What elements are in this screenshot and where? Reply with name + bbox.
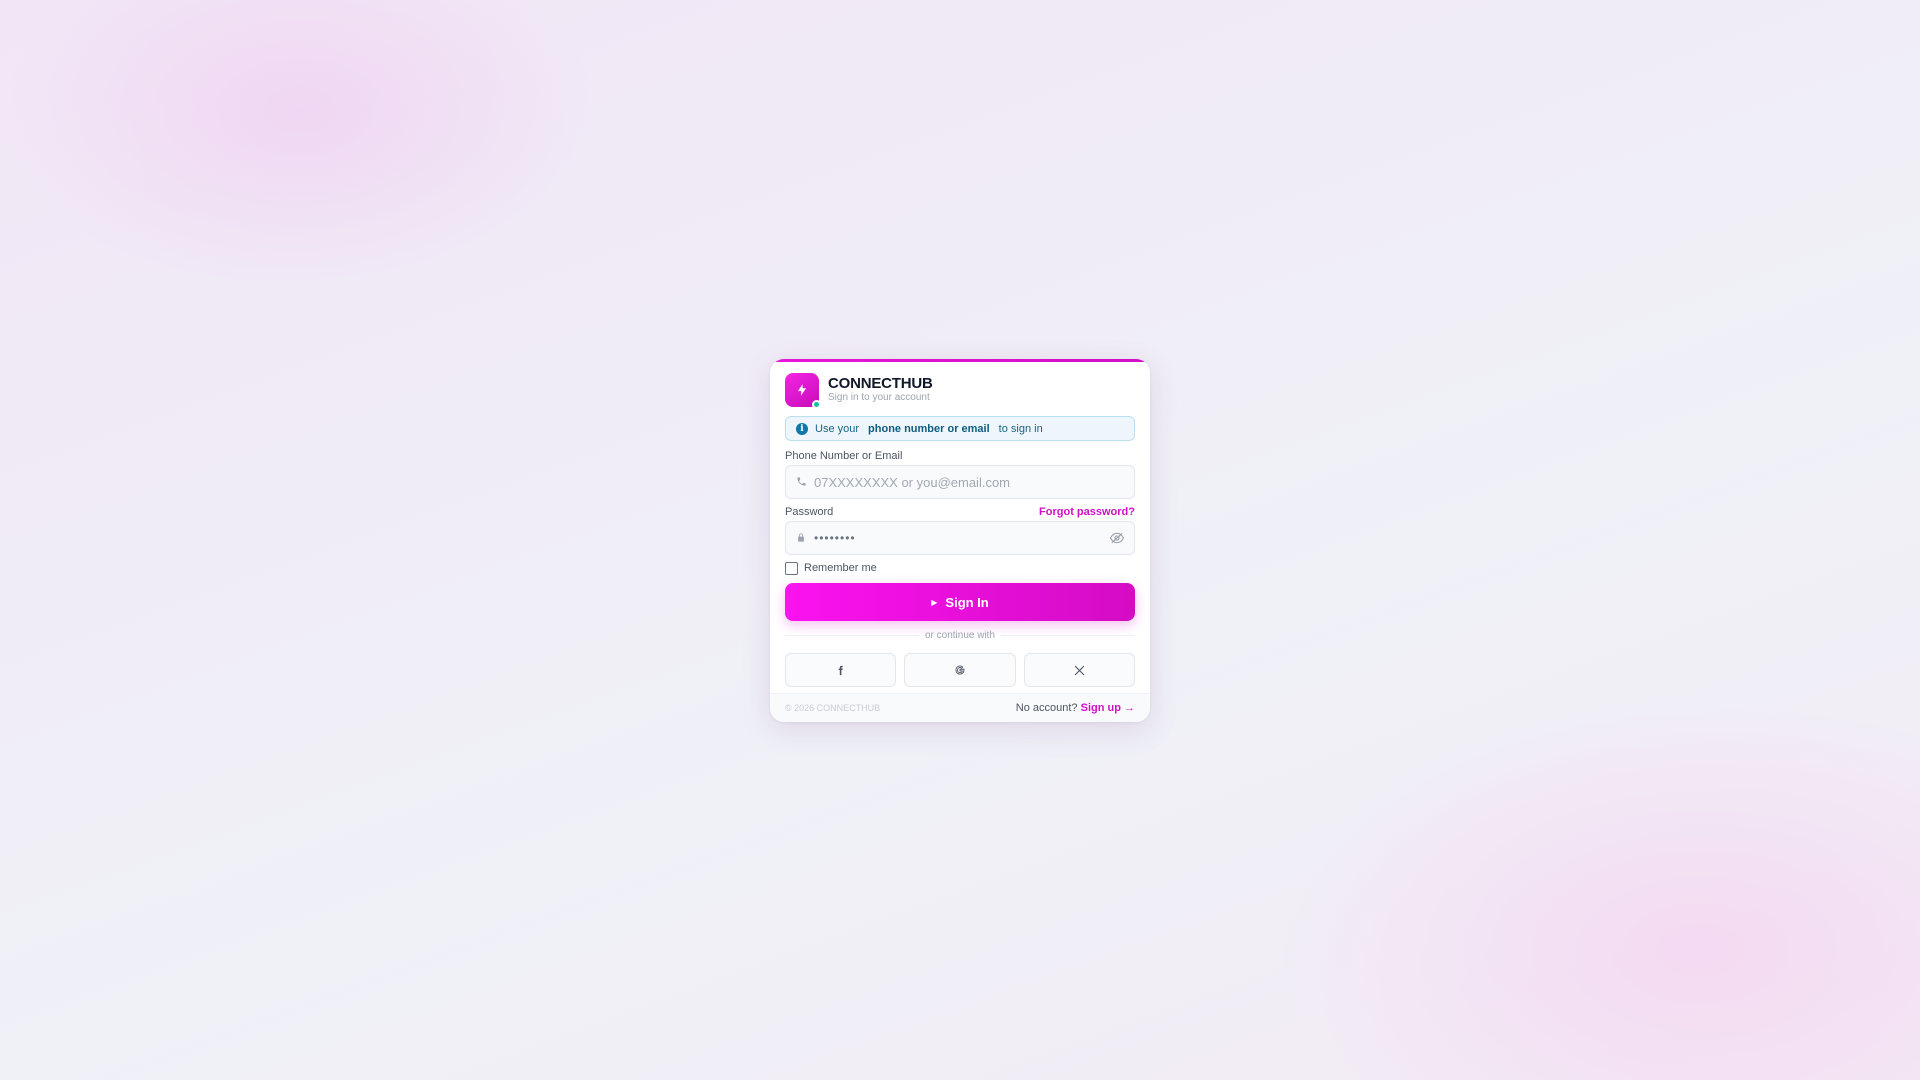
identifier-label: Phone Number or Email: [785, 450, 903, 462]
remember-label: Remember me: [804, 562, 877, 574]
card-accent-bar: [770, 359, 1150, 362]
remember-me[interactable]: Remember me: [785, 561, 877, 575]
social-buttons: [785, 653, 1135, 687]
facebook-button[interactable]: [785, 653, 897, 687]
google-button[interactable]: [904, 653, 1016, 687]
lock-icon: [795, 532, 807, 544]
card-footer: © 2026 CONNECTHUB No account? Sign up →: [770, 693, 1150, 722]
login-card: CONNECTHUB Sign in to your account i Use…: [770, 359, 1150, 722]
social-divider: or continue with: [785, 628, 1136, 642]
forgot-password-link[interactable]: Forgot password?: [1039, 506, 1135, 518]
identifier-field[interactable]: [785, 465, 1135, 499]
brand-logo: [785, 373, 821, 409]
no-account-text: No account?: [1015, 702, 1078, 714]
info-suffix: to sign in: [998, 422, 1043, 435]
identifier-input[interactable]: [814, 466, 1102, 498]
eye-off-icon[interactable]: [1109, 531, 1126, 545]
play-icon: ▶: [931, 597, 938, 607]
signup-link[interactable]: Sign up →: [1081, 702, 1135, 714]
info-banner: i Use your phone number or email to sign…: [785, 416, 1135, 441]
signup-prompt: No account? Sign up →: [1016, 702, 1135, 714]
x-icon: [1074, 665, 1084, 675]
status-dot: [812, 400, 821, 409]
facebook-icon: [838, 665, 843, 675]
info-icon: i: [796, 422, 808, 435]
remember-checkbox[interactable]: [785, 561, 798, 575]
x-button[interactable]: [1023, 653, 1135, 687]
password-field[interactable]: ••••••••: [785, 521, 1135, 555]
password-input[interactable]: ••••••••: [814, 522, 856, 554]
bolt-icon: [797, 384, 807, 396]
copyright-text: © 2026 CONNECTHUB: [785, 703, 881, 713]
brand-subtitle: Sign in to your account: [828, 392, 930, 403]
brand-header: CONNECTHUB Sign in to your account: [785, 373, 1135, 409]
info-prefix: Use your: [815, 422, 860, 435]
phone-icon: [795, 476, 807, 488]
brand-name: CONNECTHUB: [828, 375, 933, 392]
sign-in-button[interactable]: ▶ Sign In: [785, 583, 1135, 621]
sign-in-label: Sign In: [945, 594, 989, 610]
google-icon: [955, 665, 965, 675]
info-highlight: phone number or email: [868, 422, 990, 435]
password-label: Password: [785, 506, 834, 518]
divider-text: or continue with: [924, 629, 996, 641]
